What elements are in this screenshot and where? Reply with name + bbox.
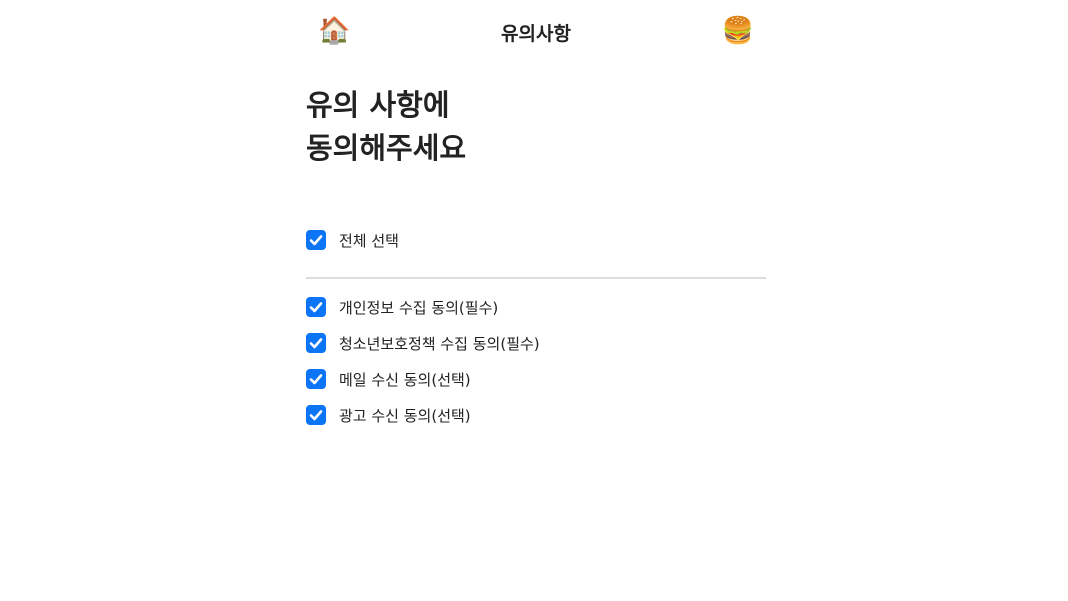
agreement-checkbox-mail[interactable] <box>306 369 326 389</box>
hamburger-menu-icon[interactable]: 🍔 <box>722 16 754 46</box>
divider <box>306 277 766 279</box>
agreement-checkbox-ads[interactable] <box>306 405 326 425</box>
page-title: 유의 사항에 동의해주세요 <box>306 84 766 170</box>
page-title-line2: 동의해주세요 <box>306 131 467 165</box>
header: 🏠 유의사항 🍔 <box>306 0 766 62</box>
agreement-item[interactable]: 메일 수신 동의(선택) <box>306 361 766 397</box>
agreement-label: 광고 수신 동의(선택) <box>339 406 471 425</box>
agreement-item[interactable]: 광고 수신 동의(선택) <box>306 397 766 433</box>
select-all-label: 전체 선택 <box>339 231 399 250</box>
select-all-checkbox[interactable] <box>306 230 326 250</box>
agreement-checkbox-youth[interactable] <box>306 333 326 353</box>
check-icon <box>309 338 323 349</box>
page-title-line1: 유의 사항에 <box>306 88 450 122</box>
page: 🏠 유의사항 🍔 유의 사항에 동의해주세요 전체 선택 개인정보 수집 동의(… <box>306 0 766 433</box>
agreement-label: 개인정보 수집 동의(필수) <box>339 298 499 317</box>
select-all-checkbox-row[interactable]: 전체 선택 <box>306 222 766 258</box>
check-icon <box>309 235 323 246</box>
check-icon <box>309 302 323 313</box>
check-icon <box>309 410 323 421</box>
check-icon <box>309 374 323 385</box>
header-title: 유의사항 <box>501 23 571 45</box>
agreement-label: 청소년보호정책 수집 동의(필수) <box>339 334 540 353</box>
agreement-item[interactable]: 청소년보호정책 수집 동의(필수) <box>306 325 766 361</box>
agreement-label: 메일 수신 동의(선택) <box>339 370 471 389</box>
agreement-checkbox-privacy[interactable] <box>306 297 326 317</box>
agreement-item[interactable]: 개인정보 수집 동의(필수) <box>306 289 766 325</box>
